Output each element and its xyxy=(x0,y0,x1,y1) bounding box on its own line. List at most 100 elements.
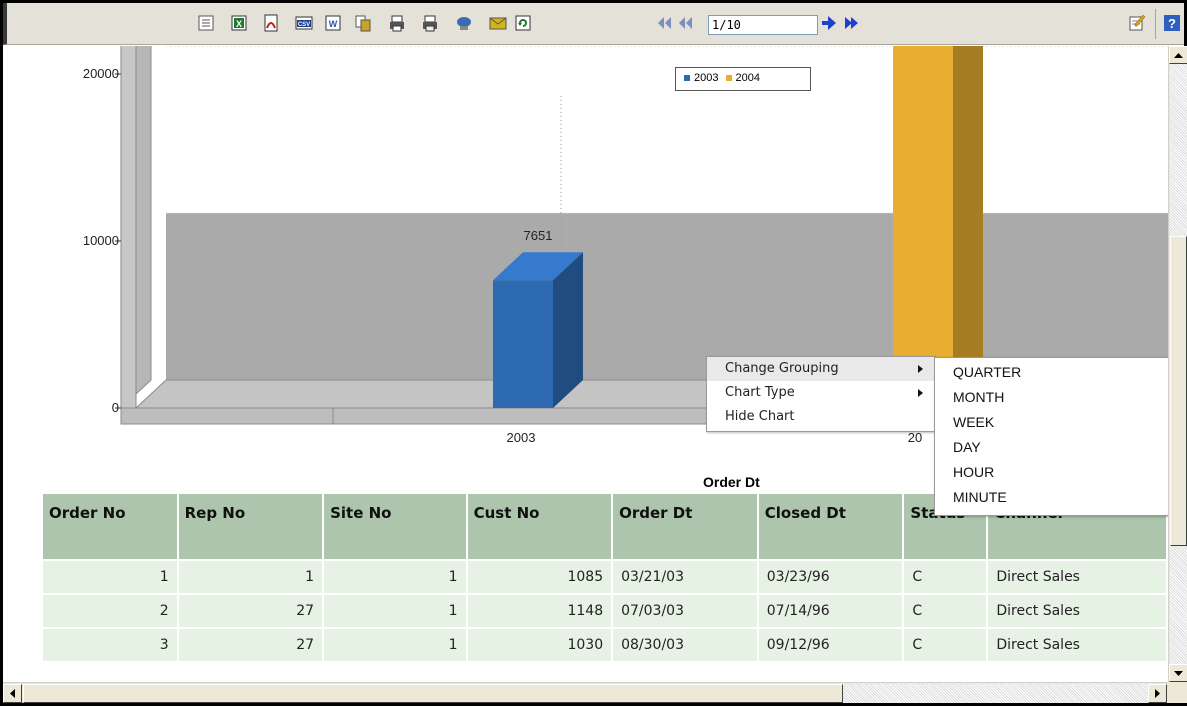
y-tick-label: 10000 xyxy=(83,233,119,248)
column-header[interactable]: Order No xyxy=(43,494,179,561)
table-row: 3 27 1 1030 08/30/03 09/12/96 C Direct Sales xyxy=(43,628,1168,663)
svg-text:X: X xyxy=(236,19,242,29)
scroll-up-button[interactable] xyxy=(1169,46,1187,64)
table-cell: C xyxy=(903,594,989,629)
column-header[interactable]: Cust No xyxy=(466,494,614,561)
horizontal-scrollbar[interactable] xyxy=(3,682,1168,703)
legend-label-2004: 2004 xyxy=(735,72,761,84)
scroll-track[interactable] xyxy=(1170,64,1187,236)
table-cell: 1030 xyxy=(466,628,614,663)
arrow-down-icon xyxy=(1174,671,1183,676)
pdf-export-icon[interactable] xyxy=(261,13,281,33)
legend-item-2003: 2003 xyxy=(684,72,718,84)
scroll-thumb[interactable] xyxy=(23,684,843,703)
column-header[interactable]: Closed Dt xyxy=(757,494,905,561)
submenu-arrow-icon xyxy=(918,389,923,397)
svg-text:CSV: CSV xyxy=(298,22,310,28)
copy-icon[interactable] xyxy=(353,13,373,33)
table-cell: 07/03/03 xyxy=(612,594,759,629)
submenu-item-minute[interactable]: MINUTE xyxy=(935,485,1168,510)
table-cell: 1 xyxy=(323,560,468,595)
table-cell: 08/30/03 xyxy=(612,628,759,663)
svg-text:?: ? xyxy=(1168,16,1176,31)
menu-item-hide-chart[interactable]: Hide Chart xyxy=(707,405,935,429)
bar-2004-front xyxy=(893,46,953,409)
column-header[interactable]: Order Dt xyxy=(612,494,759,561)
refresh-icon[interactable] xyxy=(513,13,533,33)
grouping-submenu: QUARTER MONTH WEEK DAY HOUR MINUTE xyxy=(934,357,1168,516)
table-cell: C xyxy=(903,628,989,663)
outline-view-icon[interactable] xyxy=(196,13,216,33)
word-export-icon[interactable]: W xyxy=(323,13,343,33)
menu-item-chart-type[interactable]: Chart Type xyxy=(707,381,935,405)
print-icon[interactable] xyxy=(387,13,407,33)
column-header[interactable]: Site No xyxy=(323,494,468,561)
prev-page-icon[interactable] xyxy=(676,13,696,33)
submenu-item-hour[interactable]: HOUR xyxy=(935,460,1168,485)
excel-export-icon[interactable]: X xyxy=(229,13,249,33)
scroll-left-button[interactable] xyxy=(3,684,22,703)
table-cell: 07/14/96 xyxy=(757,594,905,629)
x-axis-title: Order Dt xyxy=(703,474,760,490)
x-tick-label: 2003 xyxy=(507,430,536,445)
table-cell: 1 xyxy=(43,560,179,595)
legend-swatch-2003 xyxy=(684,75,690,82)
report-toolbar: X CSV W ? xyxy=(3,3,1184,45)
legend-swatch-2004 xyxy=(725,75,732,82)
scroll-track[interactable] xyxy=(1170,546,1187,664)
table-cell: 03/23/96 xyxy=(757,560,905,595)
menu-item-label: Change Grouping xyxy=(725,361,839,376)
scroll-track[interactable] xyxy=(843,684,1148,703)
back-wall-band xyxy=(166,213,1168,380)
menu-item-label: Chart Type xyxy=(725,385,795,400)
submenu-item-month[interactable]: MONTH xyxy=(935,385,1168,410)
x-tick-label: 20 xyxy=(908,430,922,445)
last-page-icon[interactable] xyxy=(841,13,861,33)
submenu-item-quarter[interactable]: QUARTER xyxy=(935,360,1168,385)
data-label-2003: 7651 xyxy=(524,228,553,243)
email-icon[interactable] xyxy=(488,13,508,33)
legend-label-2003: 2003 xyxy=(694,72,719,84)
legend-item-2004: 2004 xyxy=(725,72,761,84)
arrow-up-icon xyxy=(1174,53,1183,58)
table-row: 2 27 1 1148 07/03/03 07/14/96 C Direct Sales xyxy=(43,594,1168,629)
scroll-thumb[interactable] xyxy=(1170,236,1187,546)
page-number-input[interactable] xyxy=(708,15,818,35)
submenu-item-day[interactable]: DAY xyxy=(935,435,1168,460)
scroll-down-button[interactable] xyxy=(1169,664,1187,682)
chart-legend: 2003 2004 xyxy=(675,67,811,91)
table-cell: 27 xyxy=(177,594,325,629)
table-cell: 1148 xyxy=(466,594,614,629)
vertical-scrollbar[interactable] xyxy=(1168,46,1187,682)
menu-item-label: Hide Chart xyxy=(725,409,795,424)
table-cell: 2 xyxy=(43,594,179,629)
first-page-icon[interactable] xyxy=(654,13,674,33)
table-cell: 1085 xyxy=(466,560,614,595)
toolbar-divider xyxy=(1155,9,1156,39)
left-wall-edge xyxy=(120,46,137,409)
y-tick-label: 20000 xyxy=(83,66,119,81)
edit-report-icon[interactable] xyxy=(1127,13,1147,33)
server-icon[interactable] xyxy=(454,13,474,33)
help-icon[interactable]: ? xyxy=(1162,13,1182,33)
bar-2004-side xyxy=(953,46,983,408)
arrow-right-icon xyxy=(1155,689,1160,698)
bar-2003-front xyxy=(493,280,553,408)
table-row: 1 1 1 1085 03/21/03 03/23/96 C Direct Sales xyxy=(43,560,1168,595)
scroll-right-button[interactable] xyxy=(1148,684,1167,703)
table-cell: Direct Sales xyxy=(987,628,1168,663)
table-cell: 1 xyxy=(323,594,468,629)
table-cell: Direct Sales xyxy=(987,560,1168,595)
arrow-left-icon xyxy=(10,689,15,698)
table-cell: 3 xyxy=(43,628,179,663)
print-all-icon[interactable] xyxy=(420,13,440,33)
table-cell: 1 xyxy=(177,560,325,595)
table-cell: 09/12/96 xyxy=(757,628,905,663)
next-page-icon[interactable] xyxy=(819,13,839,33)
column-header[interactable]: Rep No xyxy=(177,494,325,561)
submenu-item-week[interactable]: WEEK xyxy=(935,410,1168,435)
table-cell: Direct Sales xyxy=(987,594,1168,629)
menu-item-change-grouping[interactable]: Change Grouping xyxy=(707,357,935,381)
csv-export-icon[interactable]: CSV xyxy=(294,13,314,33)
orders-table: Order No Rep No Site No Cust No Order Dt… xyxy=(43,494,1168,663)
